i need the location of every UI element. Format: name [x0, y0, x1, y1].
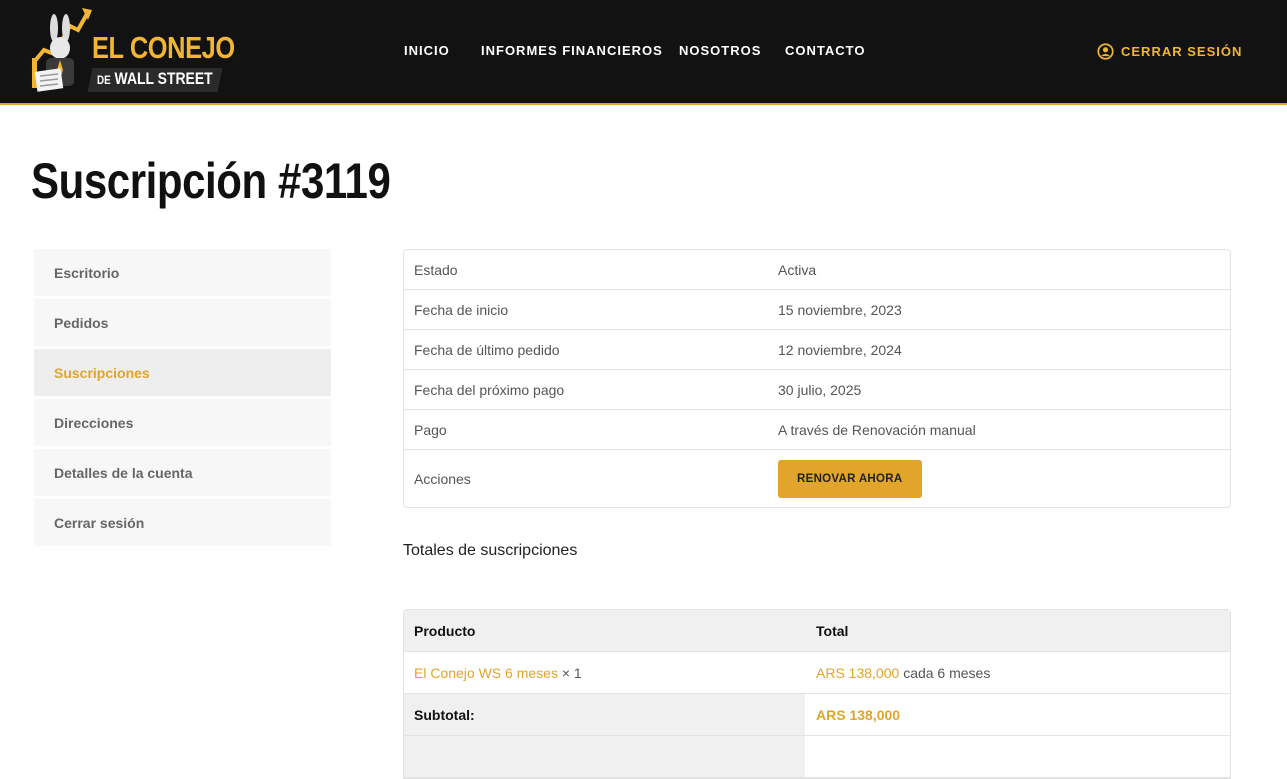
sidebar-item-direcciones[interactable]: Direcciones — [34, 399, 331, 446]
total-cell: ARS 138,000 cada 6 meses — [805, 652, 1230, 693]
column-header-product: Producto — [414, 622, 476, 639]
page-title: Suscripción #3119 — [31, 153, 391, 209]
row-label: Estado — [414, 261, 458, 278]
row-label — [404, 736, 805, 777]
row-label: Acciones — [414, 470, 471, 487]
sidebar-item-detalles-cuenta[interactable]: Detalles de la cuenta — [34, 449, 331, 496]
subtotal-label: Subtotal: — [404, 694, 805, 735]
totals-heading: Totales de suscripciones — [403, 542, 578, 559]
product-quantity: × 1 — [561, 664, 582, 681]
row-label: Fecha de último pedido — [414, 341, 560, 358]
logo-subtitle: DE WALL STREET — [97, 69, 213, 88]
sidebar-item-cerrar-sesion[interactable]: Cerrar sesión — [34, 499, 331, 546]
nav-nosotros[interactable]: NOSOTROS — [679, 43, 761, 58]
logout-link[interactable]: CERRAR SESIÓN — [1097, 43, 1242, 60]
sidebar-item-suscripciones[interactable]: Suscripciones — [34, 349, 331, 396]
product-cell: El Conejo WS 6 meses × 1 — [404, 652, 805, 693]
row-value — [805, 736, 1230, 777]
row-label: Fecha de inicio — [414, 301, 509, 318]
logout-label: CERRAR SESIÓN — [1121, 44, 1243, 59]
subtotal-row: Subtotal: ARS 138,000 — [404, 694, 1230, 736]
table-row: Fecha de inicio 15 noviembre, 2023 — [404, 290, 1230, 330]
table-row: El Conejo WS 6 meses × 1 ARS 138,000 cad… — [404, 652, 1230, 694]
nav-inicio[interactable]: INICIO — [404, 43, 450, 58]
site-logo[interactable]: EL CONEJO DE WALL STREET — [30, 8, 235, 98]
sidebar-item-pedidos[interactable]: Pedidos — [34, 299, 331, 346]
account-sidebar: Escritorio Pedidos Suscripciones Direcci… — [34, 249, 331, 549]
rabbit-logo-icon — [32, 8, 92, 92]
table-row: Pago A través de Renovación manual — [404, 410, 1230, 450]
subtotal-value: ARS 138,000 — [816, 706, 901, 723]
table-row: Estado Activa — [404, 250, 1230, 290]
row-value: A través de Renovación manual — [778, 421, 976, 438]
row-label: Pago — [414, 421, 447, 438]
nav-informes-financieros[interactable]: INFORMES FINANCIEROS — [481, 43, 663, 58]
product-price: ARS 138,000 — [816, 664, 900, 681]
column-header-total: Total — [816, 622, 849, 639]
product-link[interactable]: El Conejo WS 6 meses — [414, 665, 558, 681]
table-header-row: Producto Total — [404, 610, 1230, 652]
row-value: 12 noviembre, 2024 — [778, 341, 902, 358]
row-value: RENOVAR AHORA — [778, 459, 1230, 498]
row-value: 30 julio, 2025 — [778, 381, 862, 398]
row-label: Fecha del próximo pago — [414, 381, 565, 398]
user-icon — [1097, 43, 1114, 60]
row-value: 15 noviembre, 2023 — [778, 301, 902, 318]
sidebar-item-escritorio[interactable]: Escritorio — [34, 249, 331, 296]
logo-title: EL CONEJO — [92, 30, 235, 65]
table-row: Acciones RENOVAR AHORA — [404, 450, 1230, 507]
subscription-totals-table: Producto Total El Conejo WS 6 meses × 1 … — [403, 609, 1231, 779]
renew-now-button[interactable]: RENOVAR AHORA — [778, 459, 922, 498]
table-row: Fecha de último pedido 12 noviembre, 202… — [404, 330, 1230, 370]
billing-period: cada 6 meses — [903, 664, 991, 681]
subscription-details-table: Estado Activa Fecha de inicio 15 noviemb… — [403, 249, 1231, 508]
row-value: Activa — [778, 261, 817, 278]
nav-contacto[interactable]: CONTACTO — [785, 43, 865, 58]
site-header: EL CONEJO DE WALL STREET INICIO INFORMES… — [0, 0, 1287, 105]
table-row: Fecha del próximo pago 30 julio, 2025 — [404, 370, 1230, 410]
table-row — [404, 736, 1230, 778]
